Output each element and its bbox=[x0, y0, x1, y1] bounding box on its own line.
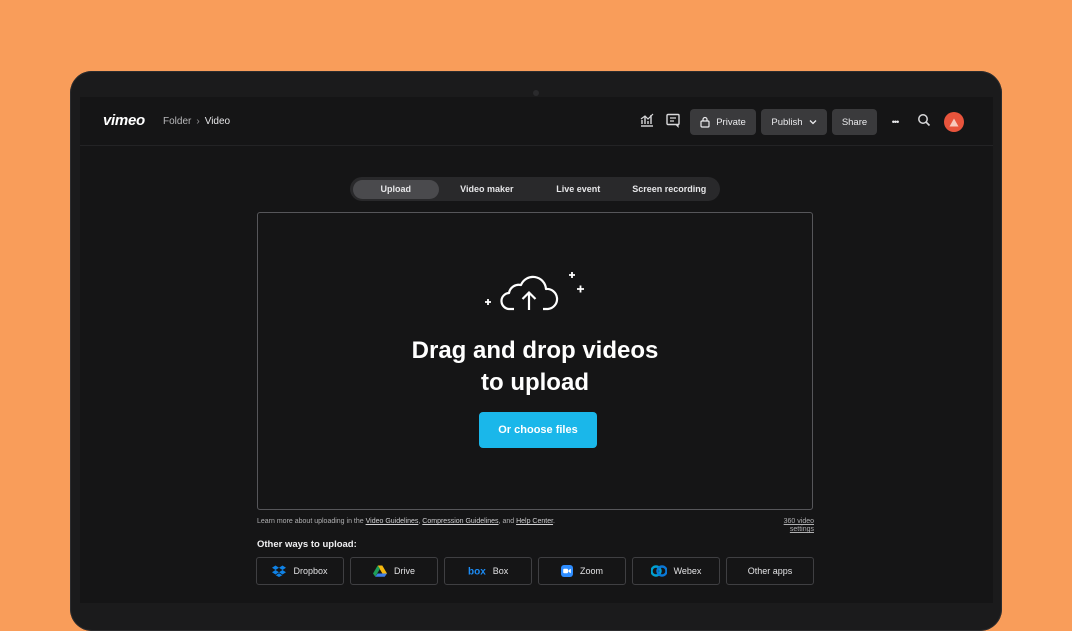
webex-button[interactable]: Webex bbox=[632, 557, 720, 585]
share-label: Share bbox=[841, 116, 868, 128]
tab-upload[interactable]: Upload bbox=[353, 179, 439, 199]
dropbox-label: Dropbox bbox=[293, 566, 328, 576]
more-icon: ••• bbox=[891, 117, 900, 127]
zoom-label: Zoom bbox=[579, 566, 603, 576]
webex-icon bbox=[650, 565, 667, 577]
other-ways-title: Other ways to upload: bbox=[257, 539, 357, 550]
drop-zone-headline: Drag and drop videos to upload bbox=[258, 335, 812, 399]
dropbox-button[interactable]: Dropbox bbox=[256, 557, 344, 585]
box-label: Box bbox=[492, 566, 509, 576]
help-text-and: , and bbox=[498, 518, 517, 525]
drive-button[interactable]: Drive bbox=[350, 557, 438, 585]
compression-guidelines-link[interactable]: Compression Guidelines bbox=[422, 518, 498, 525]
top-bar: vimeo Folder › Video Private Publish Sha… bbox=[80, 97, 993, 146]
dropbox-icon bbox=[272, 565, 287, 577]
webcam bbox=[533, 90, 539, 96]
webex-label: Webex bbox=[673, 566, 702, 576]
other-apps-label: Other apps bbox=[747, 566, 793, 576]
help-text-prefix: Learn more about uploading in the bbox=[257, 518, 366, 525]
box-button[interactable]: box Box bbox=[444, 557, 532, 585]
google-drive-icon bbox=[372, 565, 387, 577]
breadcrumb-folder[interactable]: Folder bbox=[163, 116, 191, 127]
privacy-label: Private bbox=[716, 116, 746, 128]
lock-icon bbox=[700, 116, 710, 128]
headline-line-1: Drag and drop videos bbox=[411, 337, 659, 364]
vimeo-upload-screen: vimeo Folder › Video Private Publish Sha… bbox=[80, 97, 993, 603]
comments-icon[interactable] bbox=[665, 112, 681, 128]
publish-button[interactable]: Publish bbox=[761, 109, 827, 135]
avatar[interactable] bbox=[944, 112, 964, 132]
breadcrumb: Folder › Video bbox=[163, 116, 230, 127]
upload-sources: Dropbox Drive box Box Zoom Webex Other a… bbox=[256, 557, 814, 585]
choose-files-button[interactable]: Or choose files bbox=[479, 412, 597, 448]
more-options-button[interactable]: ••• bbox=[884, 109, 906, 135]
svg-text:box: box bbox=[468, 567, 486, 577]
breadcrumb-separator: › bbox=[196, 116, 200, 127]
privacy-button[interactable]: Private bbox=[690, 109, 756, 135]
other-apps-button[interactable]: Other apps bbox=[726, 557, 814, 585]
tab-video-maker[interactable]: Video maker bbox=[439, 180, 535, 199]
chevron-down-icon bbox=[809, 120, 817, 125]
upload-mode-tabs: Upload Video maker Live event Screen rec… bbox=[350, 177, 720, 201]
tab-screen-recording[interactable]: Screen recording bbox=[622, 180, 717, 199]
upload-help-text: Learn more about uploading in the Video … bbox=[257, 518, 555, 525]
help-text-suffix: . bbox=[553, 518, 555, 525]
zoom-button[interactable]: Zoom bbox=[538, 557, 626, 585]
tab-live-event[interactable]: Live event bbox=[535, 180, 622, 199]
avatar-triangle-icon bbox=[949, 118, 959, 126]
drive-label: Drive bbox=[393, 566, 415, 576]
headline-line-2: to upload bbox=[481, 369, 589, 396]
help-center-link[interactable]: Help Center bbox=[516, 518, 553, 525]
publish-label: Publish bbox=[771, 116, 803, 128]
cloud-upload-icon bbox=[485, 272, 584, 311]
video-360-settings-link[interactable]: 360 video settings bbox=[770, 518, 814, 534]
vimeo-logo[interactable]: vimeo bbox=[103, 112, 145, 129]
breadcrumb-current: Video bbox=[204, 116, 231, 127]
drop-zone[interactable]: Drag and drop videos to upload Or choose… bbox=[257, 212, 813, 510]
share-button[interactable]: Share bbox=[832, 109, 877, 135]
analytics-icon[interactable] bbox=[639, 112, 655, 128]
box-icon: box bbox=[468, 567, 486, 577]
video-guidelines-link[interactable]: Video Guidelines bbox=[366, 518, 419, 525]
zoom-icon bbox=[560, 565, 573, 577]
search-icon[interactable] bbox=[916, 112, 932, 128]
